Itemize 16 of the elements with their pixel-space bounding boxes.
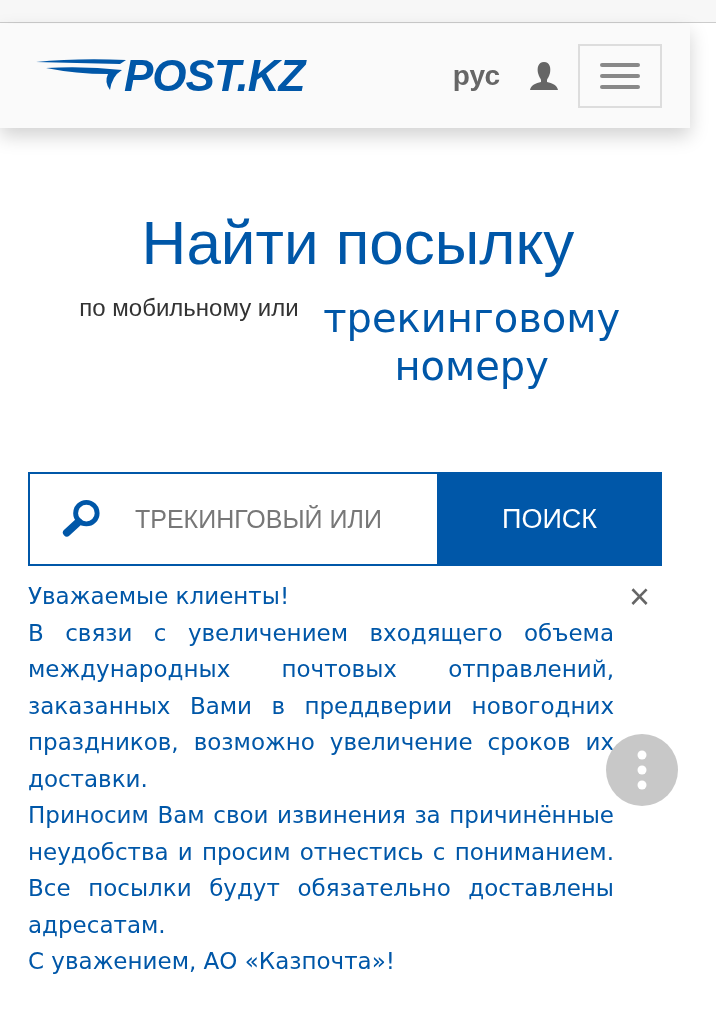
more-icon	[637, 750, 647, 790]
notice-signature: С уважением, АО «Казпочта»!	[28, 947, 396, 977]
notice-paragraph: Приносим Вам свои извинения за причинённые неудобства и просим отнестись с пониманием. Все посылки будут обязательно доставлены адресатам.	[28, 801, 614, 940]
search-button[interactable]: ПОИСК	[437, 472, 662, 567]
notice-title: Уважаемые клиенты!	[28, 582, 290, 612]
search-field[interactable]: ТРЕКИНГОВЫЙ ИЛИ	[133, 503, 437, 535]
notice-paragraph: В связи с увеличением входящего объема международных почтовых отправлений, заказанных Вами в преддверии новогодних праздников, возможно увеличение сроков их доставки.	[28, 618, 614, 794]
subtitle-emphasis: трекинговому номеру	[322, 294, 622, 391]
menu-button[interactable]	[578, 44, 662, 108]
close-button[interactable]: ×	[628, 578, 650, 615]
menu-icon	[598, 61, 642, 91]
user-icon[interactable]	[528, 60, 560, 92]
subtitle-text: по мобильному или	[79, 294, 299, 322]
language-link[interactable]: рус	[452, 60, 500, 92]
page-title: Найти посылку	[140, 207, 576, 279]
logo[interactable]: POST.KZ	[124, 51, 305, 101]
